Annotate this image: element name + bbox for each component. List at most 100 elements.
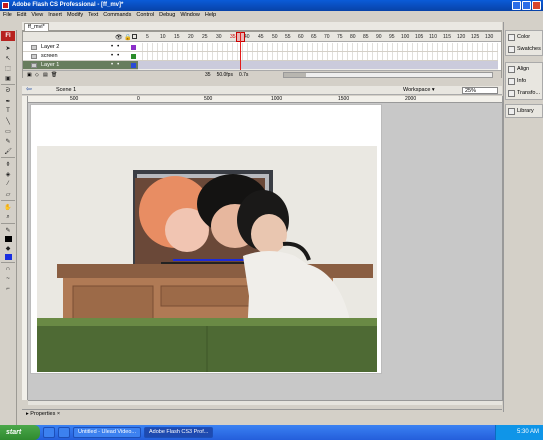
frame-number: 50: [272, 34, 278, 40]
fill-color-icon[interactable]: ◆: [1, 244, 15, 252]
frame-rate: 50.0fps: [216, 72, 233, 78]
maximize-button[interactable]: [522, 1, 531, 10]
insert-folder-icon[interactable]: ▤: [43, 71, 48, 79]
minimize-button[interactable]: [512, 1, 521, 10]
frame-number: 25: [202, 34, 208, 40]
layer-color-swatch[interactable]: [131, 63, 136, 68]
taskbar-item-ulead[interactable]: Untitled - Ulead Video...: [73, 427, 141, 438]
layer-frames-track[interactable]: [138, 61, 498, 70]
eyedropper-tool-icon[interactable]: ⁄: [1, 180, 15, 188]
workspace-menu[interactable]: Workspace ▾: [403, 86, 435, 95]
layer-name: screen: [41, 53, 58, 59]
pencil-tool-icon[interactable]: ✎: [1, 137, 15, 145]
layer-row[interactable]: Layer 2 ••: [23, 43, 138, 52]
add-guide-layer-icon[interactable]: ◇: [35, 71, 39, 79]
flash-logo: Fl: [1, 31, 15, 41]
rectangle-tool-icon[interactable]: ▭: [1, 127, 15, 135]
paint-bucket-tool-icon[interactable]: ◈: [1, 170, 15, 178]
menu-help[interactable]: Help: [205, 11, 216, 20]
delete-layer-icon[interactable]: 🗑: [51, 71, 57, 79]
layer-color-swatch[interactable]: [131, 54, 136, 59]
text-tool-icon[interactable]: T: [1, 107, 15, 115]
menu-file[interactable]: File: [3, 11, 12, 20]
insert-layer-icon[interactable]: ▣: [27, 71, 32, 79]
straighten-icon[interactable]: ⌐: [1, 285, 15, 293]
swatches-panel-button[interactable]: Swatches: [508, 44, 543, 55]
menu-insert[interactable]: Insert: [48, 11, 62, 20]
stage-horizontal-scrollbar[interactable]: [28, 400, 502, 405]
document-tab[interactable]: ff_mvi*: [24, 23, 49, 31]
frame-number: 80: [350, 34, 356, 40]
quick-launch-icon[interactable]: [58, 427, 70, 438]
snap-to-objects-icon[interactable]: ∩: [1, 265, 15, 273]
layer-row-selected[interactable]: Layer 1 ••: [23, 61, 138, 70]
menu-window[interactable]: Window: [180, 11, 200, 20]
layer-frames-track[interactable]: [138, 52, 498, 61]
menu-text[interactable]: Text: [88, 11, 98, 20]
frame-number: 65: [311, 34, 317, 40]
stage-artwork[interactable]: [37, 146, 377, 372]
layer-color-swatch[interactable]: [131, 45, 136, 50]
hand-tool-icon[interactable]: ✋: [1, 203, 15, 211]
layer-frames-track[interactable]: [138, 43, 498, 52]
library-panel-button[interactable]: Library: [508, 106, 543, 117]
panel-group-align: Align Info Transfo...: [505, 62, 543, 100]
brush-tool-icon[interactable]: 🖌: [1, 147, 15, 155]
menu-commands[interactable]: Commands: [103, 11, 131, 20]
frame-number: 45: [258, 34, 264, 40]
info-panel-button[interactable]: Info: [508, 76, 543, 87]
menu-debug[interactable]: Debug: [159, 11, 175, 20]
gradient-transform-tool-icon[interactable]: ▣: [1, 74, 15, 82]
menu-edit[interactable]: Edit: [17, 11, 26, 20]
frame-number: 90: [376, 34, 382, 40]
document-tab-bar: ff_mvi*: [22, 22, 502, 31]
scene-breadcrumb[interactable]: Scene 1: [56, 86, 76, 95]
fill-color-swatch[interactable]: [4, 254, 12, 260]
align-panel-button[interactable]: Align: [508, 64, 543, 75]
lasso-tool-icon[interactable]: ᘐ: [1, 87, 15, 95]
timeline-panel: 👁 🔒 5 10 15 20 25 30 35 40 45 50 55 60 6…: [22, 31, 502, 78]
smooth-icon[interactable]: ~: [1, 275, 15, 283]
clock: 5:30 AM: [516, 429, 539, 435]
zoom-tool-icon[interactable]: ⌕: [1, 213, 15, 221]
stroke-color-icon[interactable]: ✎: [1, 226, 15, 234]
frame-number: 120: [457, 34, 466, 40]
lock-icon[interactable]: 🔒: [124, 34, 131, 41]
layer-row[interactable]: screen ••: [23, 52, 138, 61]
frame-ruler[interactable]: 5 10 15 20 25 30 35 40 45 50 55 60 65 70…: [138, 32, 501, 42]
eye-icon[interactable]: 👁: [115, 34, 123, 41]
menu-view[interactable]: View: [31, 11, 43, 20]
system-tray: 5:30 AM: [495, 425, 543, 440]
properties-panel-collapsed[interactable]: ▸ Properties ×: [22, 409, 502, 418]
eraser-tool-icon[interactable]: ▱: [1, 190, 15, 198]
align-icon: [508, 66, 515, 73]
windows-taskbar: start Untitled - Ulead Video... Adobe Fl…: [0, 425, 543, 440]
start-button[interactable]: start: [0, 425, 40, 440]
menu-modify[interactable]: Modify: [67, 11, 83, 20]
transform-panel-button[interactable]: Transfo...: [508, 88, 543, 99]
frame-number: 15: [174, 34, 180, 40]
outline-icon[interactable]: [132, 34, 137, 39]
stroke-color-swatch[interactable]: [4, 236, 12, 242]
taskbar-item-flash[interactable]: Adobe Flash CS3 Prof...: [144, 427, 214, 438]
quick-launch-icon[interactable]: [43, 427, 55, 438]
sofa-top: [37, 318, 377, 326]
subselection-tool-icon[interactable]: ↖: [1, 54, 15, 62]
frame-number: 105: [415, 34, 424, 40]
right-panel-dock: Color Swatches Align Info Transfo... Lib…: [503, 22, 543, 412]
properties-label[interactable]: ▸ Properties ×: [26, 411, 60, 417]
free-transform-tool-icon[interactable]: ⬚: [1, 64, 15, 72]
color-panel-button[interactable]: Color: [508, 32, 543, 43]
frame-number: 55: [285, 34, 291, 40]
selection-tool-icon[interactable]: ➤: [1, 44, 15, 52]
zoom-select[interactable]: 25%: [462, 87, 498, 94]
frame-number: 130: [485, 34, 494, 40]
close-button[interactable]: [532, 1, 541, 10]
pen-tool-icon[interactable]: ✒: [1, 97, 15, 105]
menu-control[interactable]: Control: [136, 11, 154, 20]
ink-bottle-tool-icon[interactable]: ⚱: [1, 160, 15, 168]
timeline-scrollbar[interactable]: [283, 72, 493, 78]
back-arrow-icon[interactable]: ⇦: [26, 86, 34, 93]
line-tool-icon[interactable]: ╲: [1, 117, 15, 125]
frame-number: 30: [216, 34, 222, 40]
